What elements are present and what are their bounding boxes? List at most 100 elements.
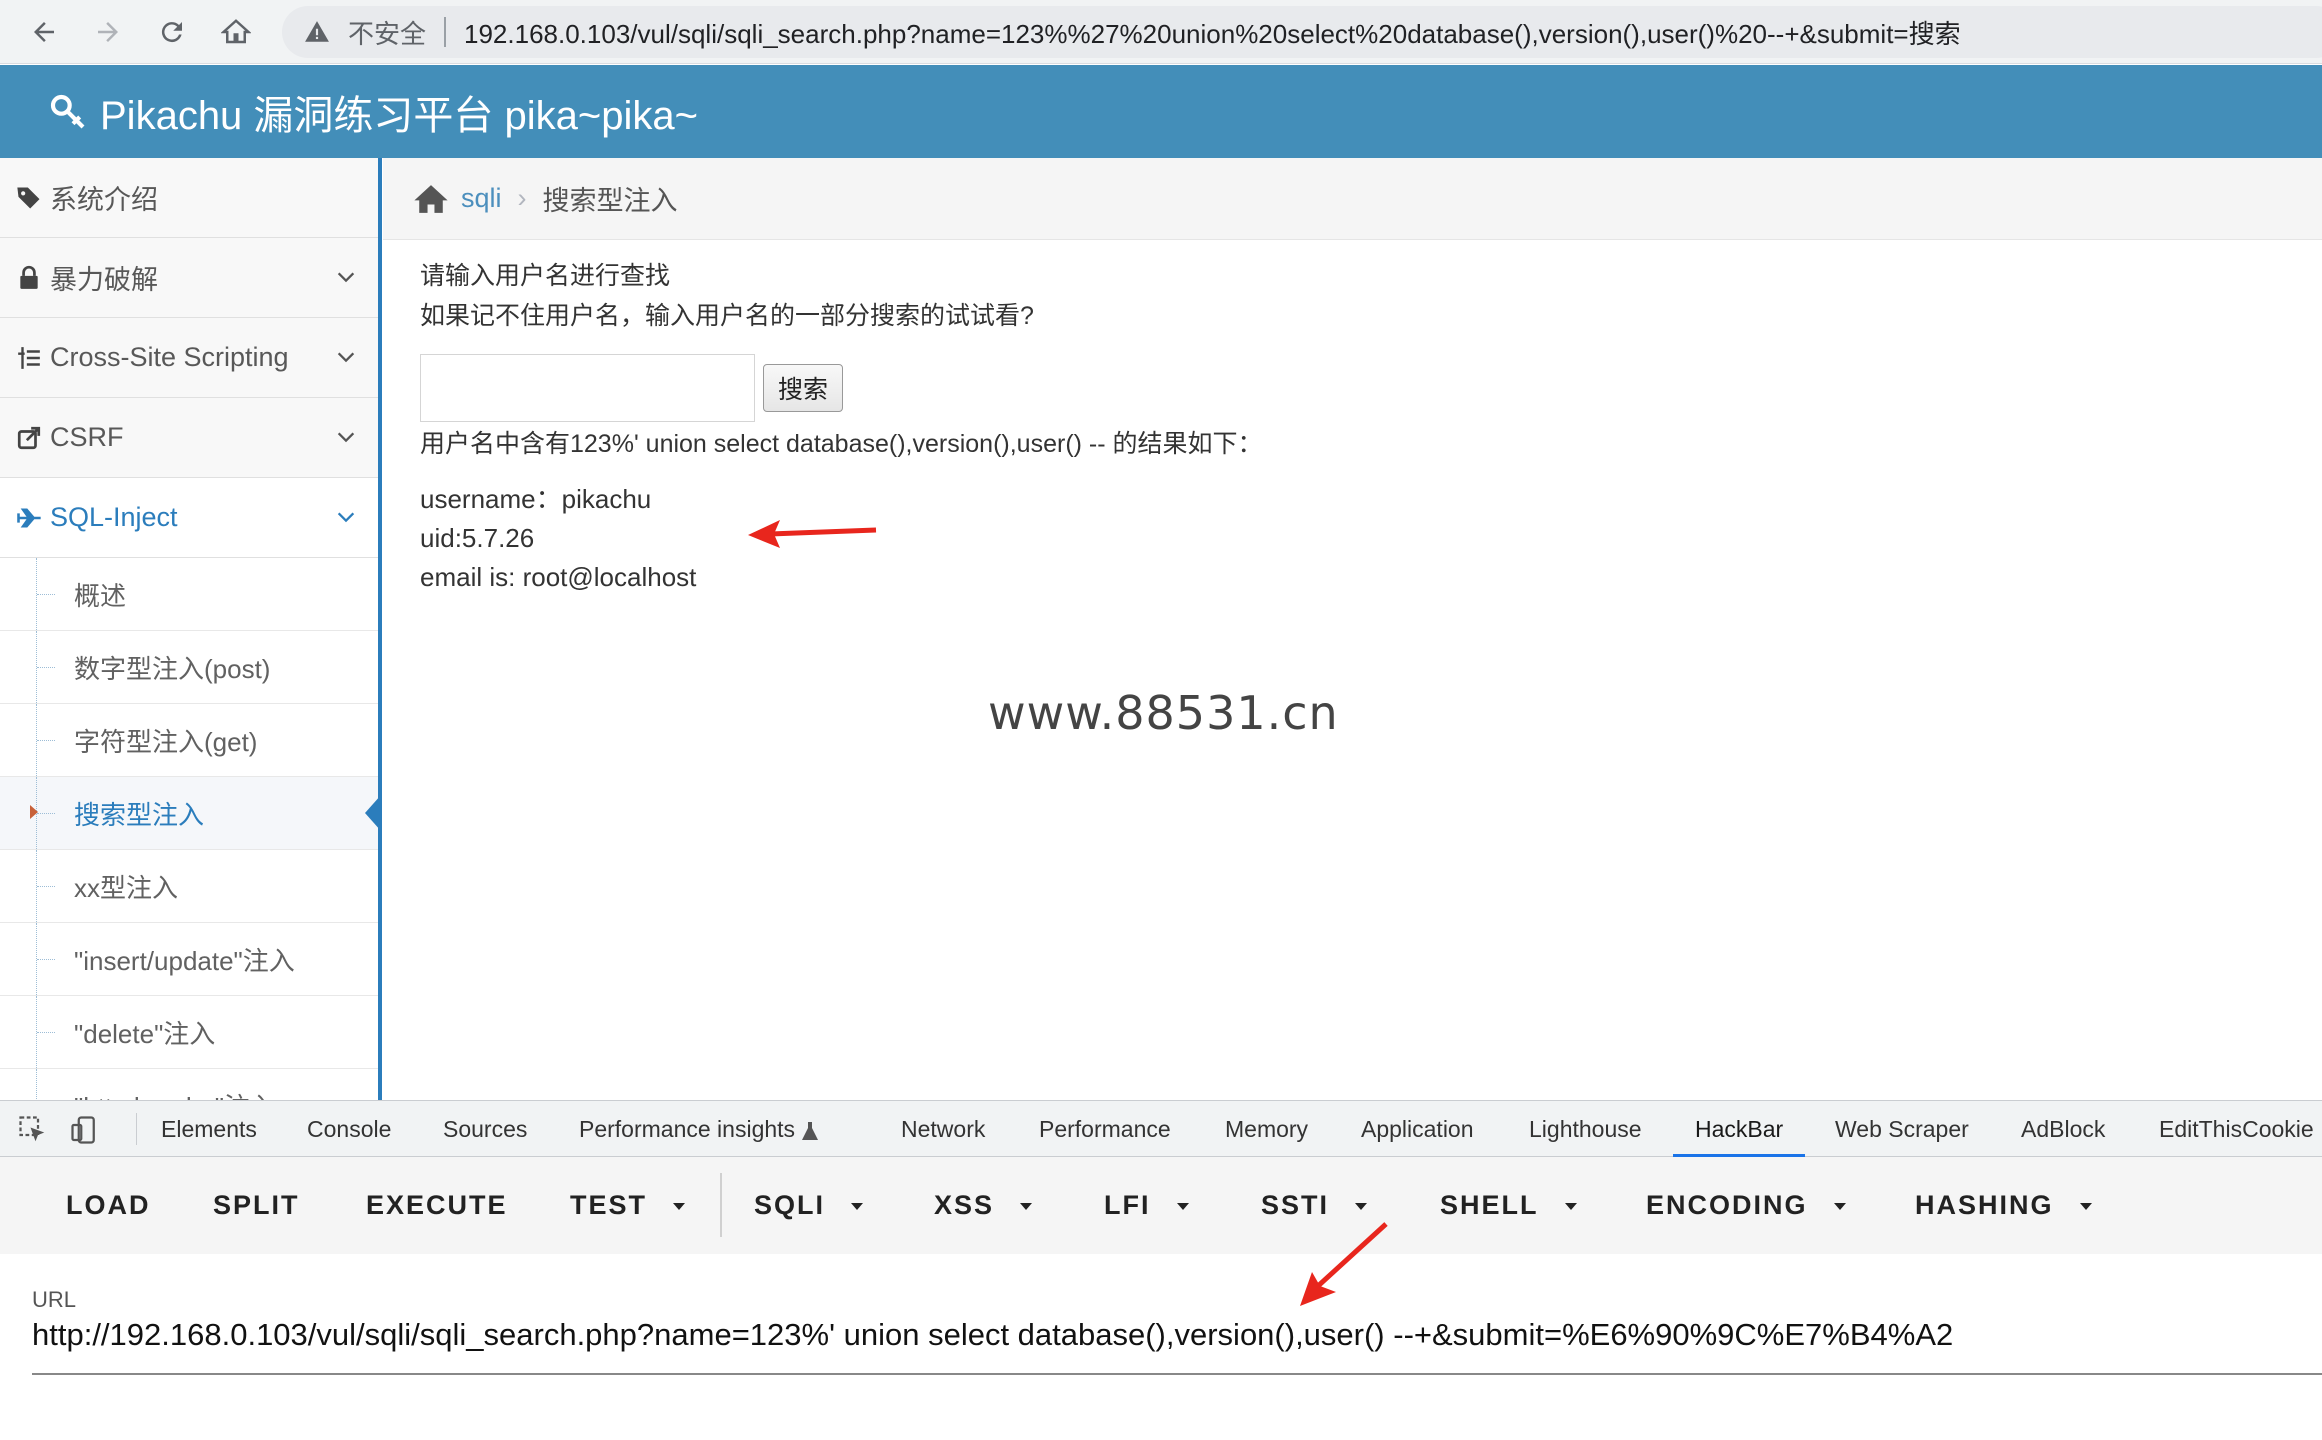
hackbar-shell-dropdown[interactable]: SHELL — [1440, 1157, 1577, 1254]
search-form: 搜索 — [420, 354, 844, 422]
address-bar[interactable]: 不安全 192.168.0.103/vul/sqli/sqli_search.p… — [282, 6, 2322, 58]
result-summary: 用户名中含有123%' union select database(),vers… — [420, 430, 1263, 458]
dropdown-label: TEST — [570, 1190, 648, 1220]
sidebar-item-bruteforce[interactable]: 暴力破解 — [0, 238, 381, 318]
dropdown-label: HASHING — [1915, 1190, 2054, 1220]
browser-toolbar: 不安全 192.168.0.103/vul/sqli/sqli_search.p… — [0, 0, 2322, 64]
tab-web-scraper[interactable]: Web Scraper — [1835, 1101, 1969, 1157]
caret-down-icon — [851, 1203, 864, 1211]
tab-console[interactable]: Console — [307, 1101, 391, 1157]
hackbar-sqli-dropdown[interactable]: SQLI — [754, 1157, 864, 1254]
sidebar-item-intro[interactable]: 系统介绍 — [0, 158, 381, 238]
sqli-submenu: 概述 数字型注入(post) 字符型注入(get) 搜索型注入 xx型注入 "i… — [0, 558, 381, 1100]
hackbar-test-dropdown[interactable]: TEST — [570, 1157, 686, 1254]
lock-icon — [14, 263, 44, 293]
caret-right-icon — [30, 805, 38, 819]
inspect-element-icon[interactable] — [18, 1115, 48, 1145]
tab-hackbar[interactable]: HackBar — [1673, 1101, 1806, 1157]
dropdown-label: SQLI — [754, 1190, 826, 1220]
submenu-item-label: "delete"注入 — [74, 1018, 216, 1049]
search-input[interactable] — [420, 354, 755, 422]
tab-performance[interactable]: Performance — [1039, 1101, 1171, 1157]
submenu-item-search[interactable]: 搜索型注入 — [0, 777, 381, 850]
hackbar-load-button[interactable]: LOAD — [66, 1157, 151, 1254]
sidebar-item-xss[interactable]: Cross-Site Scripting — [0, 318, 381, 398]
home-button[interactable] — [212, 8, 260, 56]
annotation-arrow-icon — [1300, 1222, 1388, 1306]
submenu-item-label: 概述 — [74, 580, 127, 611]
annotation-arrow-icon — [748, 520, 877, 548]
tab-elements[interactable]: Elements — [161, 1101, 257, 1157]
dropdown-label: SHELL — [1440, 1190, 1539, 1220]
tab-memory[interactable]: Memory — [1225, 1101, 1308, 1157]
devtools-separator — [136, 1113, 137, 1145]
submenu-item-label: 数字型注入(post) — [74, 653, 271, 684]
arrow-left-icon — [34, 22, 54, 42]
result-username: username：pikachu — [420, 484, 652, 514]
address-text[interactable]: 192.168.0.103/vul/sqli/sqli_search.php?n… — [464, 14, 1961, 51]
reload-button[interactable] — [148, 8, 196, 56]
key-icon — [50, 94, 85, 128]
list-tree-icon — [14, 343, 44, 373]
reload-icon — [161, 22, 182, 43]
submenu-item-label: 搜索型注入 — [74, 799, 205, 830]
submenu-item-http-header[interactable]: "http header"注入 — [0, 1069, 381, 1100]
back-button[interactable] — [20, 8, 68, 56]
warning-icon — [305, 21, 329, 42]
tab-label: Performance insights — [579, 1116, 796, 1142]
submenu-item-string-get[interactable]: 字符型注入(get) — [0, 704, 381, 777]
sidebar-item-label: CSRF — [50, 422, 124, 452]
hackbar-divider — [720, 1173, 722, 1237]
home-icon[interactable] — [413, 183, 449, 215]
watermark: www.88531.cn — [988, 686, 1339, 740]
submenu-item-label: xx型注入 — [74, 872, 179, 903]
chevron-down-icon — [337, 272, 355, 283]
sidebar-item-label: 暴力破解 — [50, 265, 158, 295]
sidebar-border — [378, 158, 382, 1100]
submenu-item-delete[interactable]: "delete"注入 — [0, 996, 381, 1069]
main-content: 请输入用户名进行查找 如果记不住用户名，输入用户名的一部分搜索的试试看? 搜索 … — [420, 256, 2300, 592]
breadcrumb-link-sqli[interactable]: sqli — [461, 183, 502, 214]
caret-down-icon — [1833, 1203, 1846, 1211]
tab-sources[interactable]: Sources — [443, 1101, 527, 1157]
url-label: URL — [32, 1287, 77, 1312]
submenu-item-insert-update[interactable]: "insert/update"注入 — [0, 923, 381, 996]
submenu-item-label: "http header"注入 — [74, 1087, 276, 1101]
tab-performance-insights[interactable]: Performance insights — [579, 1101, 819, 1157]
caret-down-icon — [1020, 1203, 1033, 1211]
device-toggle-icon[interactable] — [70, 1115, 100, 1145]
sidebar-item-label: 系统介绍 — [50, 185, 158, 215]
hackbar-split-button[interactable]: SPLIT — [213, 1157, 300, 1254]
caret-down-icon — [1355, 1203, 1368, 1211]
address-separator — [444, 17, 447, 47]
url-input[interactable]: http://192.168.0.103/vul/sqli/sqli_searc… — [32, 1317, 1953, 1353]
result-list: username：pikachu uid:5.7.26 email is: ro… — [420, 480, 696, 597]
sidebar-item-label: Cross-Site Scripting — [50, 342, 289, 372]
search-button[interactable]: 搜索 — [763, 364, 844, 412]
submenu-item-label: "insert/update"注入 — [74, 945, 295, 976]
dropdown-label: LFI — [1104, 1190, 1151, 1220]
tags-icon — [14, 183, 44, 213]
sidebar-item-sqli[interactable]: SQL-Inject — [0, 478, 381, 558]
sidebar-item-csrf[interactable]: CSRF — [0, 398, 381, 478]
hackbar-encoding-dropdown[interactable]: ENCODING — [1646, 1157, 1846, 1254]
hackbar-execute-button[interactable]: EXECUTE — [366, 1157, 508, 1254]
submenu-item-overview[interactable]: 概述 — [0, 558, 381, 631]
tab-adblock[interactable]: AdBlock — [2021, 1101, 2105, 1157]
tab-application[interactable]: Application — [1361, 1101, 1474, 1157]
insecure-label: 不安全 — [348, 18, 427, 49]
hackbar-hashing-dropdown[interactable]: HASHING — [1915, 1157, 2092, 1254]
tab-lighthouse[interactable]: Lighthouse — [1529, 1101, 1642, 1157]
submenu-item-xx[interactable]: xx型注入 — [0, 850, 381, 923]
submenu-item-numeric-post[interactable]: 数字型注入(post) — [0, 631, 381, 704]
tab-network[interactable]: Network — [901, 1101, 985, 1157]
forward-button[interactable] — [84, 8, 132, 56]
hackbar-xss-dropdown[interactable]: XSS — [934, 1157, 1033, 1254]
breadcrumb: sqli › 搜索型注入 — [383, 158, 2322, 240]
hackbar-lfi-dropdown[interactable]: LFI — [1104, 1157, 1189, 1254]
dropdown-label: ENCODING — [1646, 1190, 1808, 1220]
tab-editthiscookie[interactable]: EditThisCookie — [2159, 1101, 2314, 1157]
flask-icon — [802, 1121, 819, 1140]
result-email: email is: root@localhost — [420, 562, 697, 592]
caret-down-icon — [1564, 1203, 1577, 1211]
